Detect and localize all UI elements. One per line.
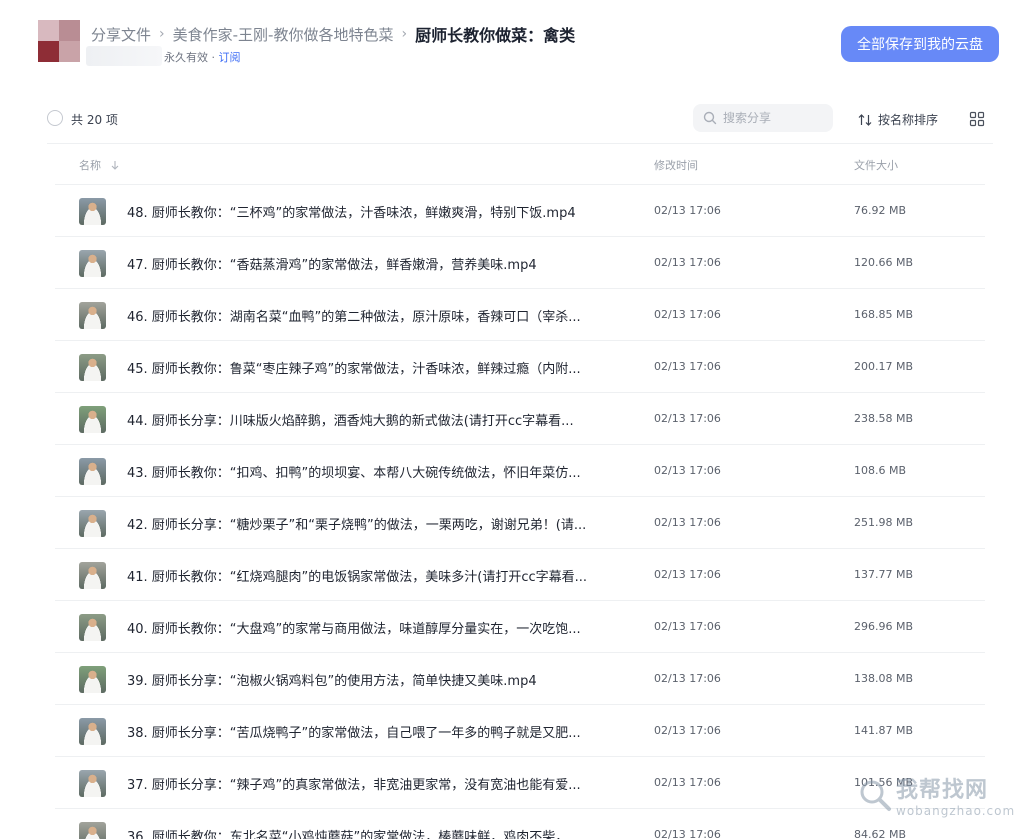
search-icon bbox=[703, 111, 717, 125]
video-thumbnail bbox=[79, 770, 106, 797]
file-size: 137.77 MB bbox=[854, 568, 914, 581]
validity-text: 永久有效 bbox=[164, 51, 208, 64]
modified-time: 02/13 17:06 bbox=[654, 412, 721, 425]
table-row[interactable]: 48. 厨师长教你：“三杯鸡”的家常做法，汁香味浓，鲜嫩爽滑，特别下饭.mp4 0… bbox=[55, 184, 985, 236]
file-name[interactable]: 36. 厨师长教你：东北名菜“小鸡炖蘑菇”的家常做法，榛蘑味鲜，鸡肉不柴，... bbox=[127, 826, 617, 839]
breadcrumb: 分享文件 › 美食作家-王刚-教你做各地特色菜 › 厨师长教你做菜：禽类 bbox=[91, 22, 575, 46]
file-size: 84.62 MB bbox=[854, 828, 907, 839]
file-name[interactable]: 37. 厨师长分享：“辣子鸡”的真家常做法，非宽油更家常，没有宽油也能有爱... bbox=[127, 774, 617, 793]
file-size: 200.17 MB bbox=[854, 360, 914, 373]
watermark-cn: 我帮找网 bbox=[896, 778, 989, 803]
table-row[interactable]: 43. 厨师长教你：“扣鸡、扣鸭”的坝坝宴、本帮八大碗传统做法，怀旧年菜仿...… bbox=[55, 444, 985, 496]
modified-time: 02/13 17:06 bbox=[654, 256, 721, 269]
modified-time: 02/13 17:06 bbox=[654, 360, 721, 373]
grid-view-icon[interactable] bbox=[969, 111, 985, 127]
sort-label: 按名称排序 bbox=[878, 113, 939, 127]
site-watermark: 我帮找网 wobangzhao.com bbox=[858, 772, 1014, 818]
blurred-username bbox=[86, 46, 162, 66]
column-header-modified[interactable]: 修改时间 bbox=[654, 157, 698, 173]
file-size: 251.98 MB bbox=[854, 516, 914, 529]
modified-time: 02/13 17:06 bbox=[654, 568, 721, 581]
table-row[interactable]: 38. 厨师长分享：“苦瓜烧鸭子”的家常做法，自己喂了一年多的鸭子就是又肥...… bbox=[55, 704, 985, 756]
video-thumbnail bbox=[79, 250, 106, 277]
table-row[interactable]: 44. 厨师长分享：川味版火焰醉鹅，酒香炖大鹅的新式做法(请打开cc字幕看...… bbox=[55, 392, 985, 444]
save-all-to-cloud-button[interactable]: 全部保存到我的云盘 bbox=[841, 26, 999, 62]
video-thumbnail bbox=[79, 510, 106, 537]
modified-time: 02/13 17:06 bbox=[654, 724, 721, 737]
search-box[interactable] bbox=[693, 104, 833, 132]
file-size: 138.08 MB bbox=[854, 672, 914, 685]
table-row[interactable]: 39. 厨师长分享：“泡椒火锅鸡料包”的使用方法，简单快捷又美味.mp4 02/1… bbox=[55, 652, 985, 704]
sort-down-arrow-icon bbox=[111, 161, 119, 170]
file-name[interactable]: 46. 厨师长教你：湖南名菜“血鸭”的第二种做法，原汁原味，香辣可口（宰杀... bbox=[127, 306, 617, 325]
file-name[interactable]: 41. 厨师长教你：“红烧鸡腿肉”的电饭锅家常做法，美味多汁(请打开cc字幕看.… bbox=[127, 566, 617, 585]
column-header-size[interactable]: 文件大小 bbox=[854, 157, 898, 173]
file-name[interactable]: 47. 厨师长教你：“香菇蒸滑鸡”的家常做法，鲜香嫩滑，营养美味.mp4 bbox=[127, 254, 617, 273]
select-all-checkbox[interactable] bbox=[47, 110, 63, 126]
modified-time: 02/13 17:06 bbox=[654, 308, 721, 321]
search-input[interactable] bbox=[723, 111, 823, 125]
breadcrumb-share-files[interactable]: 分享文件 bbox=[91, 24, 151, 45]
table-row[interactable]: 47. 厨师长教你：“香菇蒸滑鸡”的家常做法，鲜香嫩滑，营养美味.mp4 02/1… bbox=[55, 236, 985, 288]
modified-time: 02/13 17:06 bbox=[654, 828, 721, 839]
item-count: 共 20 项 bbox=[71, 113, 118, 127]
subscribe-link[interactable]: 订阅 bbox=[219, 51, 241, 64]
file-name[interactable]: 40. 厨师长教你：“大盘鸡”的家常与商用做法，味道醇厚分量实在，一次吃饱... bbox=[127, 618, 617, 637]
file-size: 141.87 MB bbox=[854, 724, 914, 737]
table-row[interactable]: 42. 厨师长分享：“糖炒栗子”和“栗子烧鸭”的做法，一栗两吃，谢谢兄弟！(请.… bbox=[55, 496, 985, 548]
avatar bbox=[38, 20, 80, 62]
breadcrumb-current-folder: 厨师长教你做菜：禽类 bbox=[415, 26, 576, 45]
file-name[interactable]: 45. 厨师长教你：鲁菜“枣庄辣子鸡”的家常做法，汁香味浓，鲜辣过瘾（内附... bbox=[127, 358, 617, 377]
modified-time: 02/13 17:06 bbox=[654, 464, 721, 477]
video-thumbnail bbox=[79, 718, 106, 745]
table-row[interactable]: 37. 厨师长分享：“辣子鸡”的真家常做法，非宽油更家常，没有宽油也能有爱...… bbox=[55, 756, 985, 808]
video-thumbnail bbox=[79, 562, 106, 589]
file-name[interactable]: 38. 厨师长分享：“苦瓜烧鸭子”的家常做法，自己喂了一年多的鸭子就是又肥... bbox=[127, 722, 617, 741]
table-row[interactable]: 45. 厨师长教你：鲁菜“枣庄辣子鸡”的家常做法，汁香味浓，鲜辣过瘾（内附...… bbox=[55, 340, 985, 392]
table-row[interactable]: 41. 厨师长教你：“红烧鸡腿肉”的电饭锅家常做法，美味多汁(请打开cc字幕看.… bbox=[55, 548, 985, 600]
modified-time: 02/13 17:06 bbox=[654, 620, 721, 633]
sort-icon bbox=[858, 113, 872, 126]
video-thumbnail bbox=[79, 822, 106, 839]
chevron-right-icon: › bbox=[401, 26, 408, 42]
file-size: 168.85 MB bbox=[854, 308, 914, 321]
file-size: 296.96 MB bbox=[854, 620, 914, 633]
magnifier-logo-icon bbox=[860, 780, 891, 811]
sort-by-name-button[interactable]: 按名称排序 bbox=[858, 111, 938, 128]
file-list: 48. 厨师长教你：“三杯鸡”的家常做法，汁香味浓，鲜嫩爽滑，特别下饭.mp4 0… bbox=[55, 184, 985, 839]
file-name[interactable]: 44. 厨师长分享：川味版火焰醉鹅，酒香炖大鹅的新式做法(请打开cc字幕看... bbox=[127, 410, 617, 429]
share-meta: 永久有效 · 订阅 bbox=[164, 51, 241, 64]
video-thumbnail bbox=[79, 354, 106, 381]
video-thumbnail bbox=[79, 614, 106, 641]
table-row[interactable]: 36. 厨师长教你：东北名菜“小鸡炖蘑菇”的家常做法，榛蘑味鲜，鸡肉不柴，...… bbox=[55, 808, 985, 839]
file-size: 108.6 MB bbox=[854, 464, 907, 477]
file-size: 238.58 MB bbox=[854, 412, 914, 425]
file-name[interactable]: 39. 厨师长分享：“泡椒火锅鸡料包”的使用方法，简单快捷又美味.mp4 bbox=[127, 670, 617, 689]
video-thumbnail bbox=[79, 666, 106, 693]
breadcrumb-parent-folder[interactable]: 美食作家-王刚-教你做各地特色菜 bbox=[173, 24, 394, 45]
watermark-en: wobangzhao.com bbox=[896, 804, 1014, 818]
file-name[interactable]: 48. 厨师长教你：“三杯鸡”的家常做法，汁香味浓，鲜嫩爽滑，特别下饭.mp4 bbox=[127, 202, 617, 221]
modified-time: 02/13 17:06 bbox=[654, 516, 721, 529]
file-size: 76.92 MB bbox=[854, 204, 907, 217]
video-thumbnail bbox=[79, 198, 106, 225]
modified-time: 02/13 17:06 bbox=[654, 776, 721, 789]
video-thumbnail bbox=[79, 458, 106, 485]
file-size: 120.66 MB bbox=[854, 256, 914, 269]
video-thumbnail bbox=[79, 302, 106, 329]
table-row[interactable]: 46. 厨师长教你：湖南名菜“血鸭”的第二种做法，原汁原味，香辣可口（宰杀...… bbox=[55, 288, 985, 340]
file-name[interactable]: 42. 厨师长分享：“糖炒栗子”和“栗子烧鸭”的做法，一栗两吃，谢谢兄弟！(请.… bbox=[127, 514, 617, 533]
table-row[interactable]: 40. 厨师长教你：“大盘鸡”的家常与商用做法，味道醇厚分量实在，一次吃饱...… bbox=[55, 600, 985, 652]
modified-time: 02/13 17:06 bbox=[654, 672, 721, 685]
file-name[interactable]: 43. 厨师长教你：“扣鸡、扣鸭”的坝坝宴、本帮八大碗传统做法，怀旧年菜仿... bbox=[127, 462, 617, 481]
modified-time: 02/13 17:06 bbox=[654, 204, 721, 217]
column-header-name[interactable]: 名称 bbox=[79, 157, 119, 173]
chevron-right-icon: › bbox=[159, 26, 165, 42]
divider bbox=[47, 143, 993, 144]
video-thumbnail bbox=[79, 406, 106, 433]
